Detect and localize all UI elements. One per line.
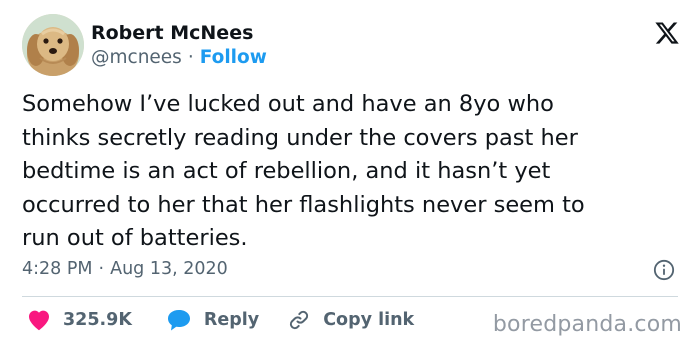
watermark: boredpanda.com bbox=[492, 312, 682, 337]
divider bbox=[22, 296, 678, 297]
author-name[interactable]: Robert McNees bbox=[91, 21, 267, 45]
tweet-card: Robert McNees @mcnees · Follow Somehow I’v… bbox=[0, 0, 700, 348]
tweet-date: Aug 13, 2020 bbox=[110, 259, 228, 279]
x-logo-icon[interactable] bbox=[654, 20, 680, 46]
info-icon[interactable] bbox=[653, 259, 675, 281]
handle-row: @mcnees · Follow bbox=[91, 46, 267, 70]
tweet-time: 4:28 PM bbox=[22, 259, 93, 279]
tweet-timestamp[interactable]: 4:28 PM · Aug 13, 2020 bbox=[22, 256, 228, 282]
handle-separator: · bbox=[187, 46, 194, 68]
tweet-text: Somehow I’ve lucked out and have an 8yo … bbox=[22, 91, 585, 251]
copy-link-button[interactable]: Copy link bbox=[287, 307, 414, 333]
reply-bubble-icon bbox=[167, 310, 190, 331]
user-info: Robert McNees @mcnees · Follow bbox=[91, 21, 267, 70]
avatar[interactable] bbox=[22, 14, 84, 76]
dog-avatar-image bbox=[22, 14, 84, 76]
link-icon bbox=[290, 310, 309, 330]
reply-button[interactable]: Reply bbox=[166, 307, 259, 333]
meta-separator: · bbox=[98, 259, 105, 279]
like-count: 325.9K bbox=[63, 310, 132, 330]
action-bar: 325.9K Reply Copy link bbox=[22, 307, 414, 333]
heart-icon bbox=[29, 310, 49, 331]
author-handle[interactable]: @mcnees bbox=[91, 47, 182, 68]
like-button[interactable]: 325.9K bbox=[27, 307, 132, 333]
reply-label: Reply bbox=[203, 310, 260, 330]
copy-link-label: Copy link bbox=[323, 310, 415, 330]
tweet-header: Robert McNees @mcnees · Follow bbox=[22, 14, 267, 76]
follow-button[interactable]: Follow bbox=[200, 47, 267, 68]
